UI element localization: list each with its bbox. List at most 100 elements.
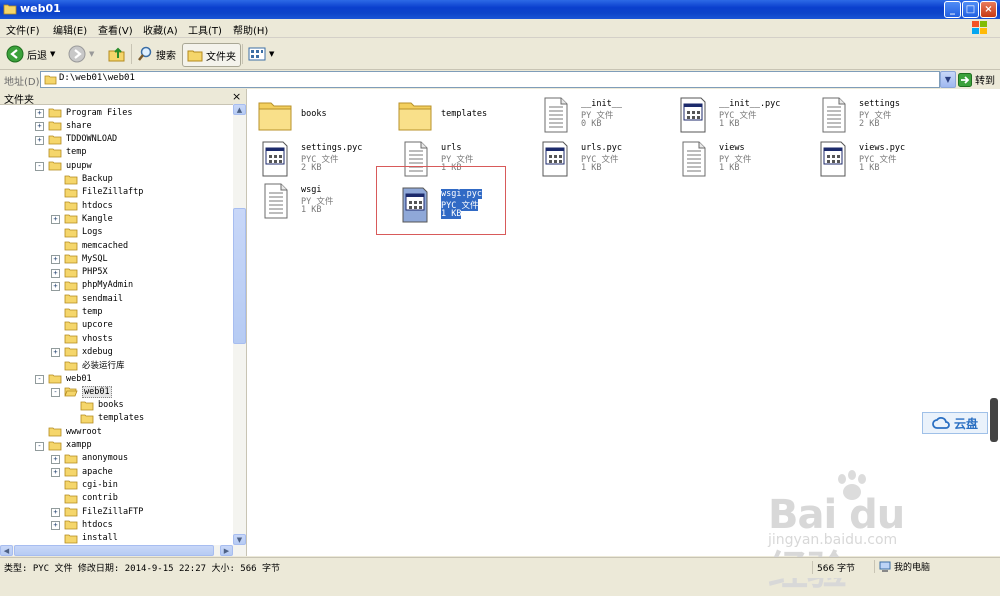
expand-icon[interactable]: + [51, 454, 60, 464]
collapse-icon[interactable]: - [35, 375, 44, 384]
folders-icon [187, 50, 203, 62]
app-file-icon [820, 141, 846, 177]
tree-item[interactable]: wwwroot [48, 425, 102, 438]
tree-item[interactable]: - web01 [35, 372, 92, 385]
close-button[interactable]: × [980, 1, 997, 18]
up-folder-button[interactable] [108, 43, 126, 65]
tree-item[interactable]: + htdocs [51, 518, 113, 531]
tree-item[interactable]: - xampp [35, 439, 92, 452]
tree-item[interactable]: - web01 [51, 385, 112, 398]
tree-item[interactable]: sendmail [64, 292, 123, 305]
folder-pane-horizontal-scrollbar[interactable]: ◀ ▶ [0, 545, 246, 556]
file-name: wsgi [301, 185, 322, 195]
file-name: urls.pyc [581, 143, 622, 153]
folder-icon [258, 102, 292, 131]
tree-item[interactable]: + PHP5X [51, 266, 108, 279]
forward-button[interactable]: ▼ [68, 43, 94, 65]
file-item[interactable]: settings PY 文件 2 KB [813, 95, 943, 139]
menu-help[interactable]: 帮助(H) [233, 22, 268, 37]
address-dropdown-button[interactable]: ▼ [940, 71, 956, 88]
app-file-icon [542, 141, 568, 177]
scroll-right-arrow-icon[interactable]: ▶ [220, 545, 233, 556]
tree-item[interactable]: memcached [64, 239, 128, 252]
folder-pane-vertical-scrollbar[interactable]: ▲ ▼ [233, 104, 246, 545]
expand-icon[interactable]: + [51, 268, 60, 278]
file-item[interactable]: settings.pyc PYC 文件 2 KB [255, 139, 385, 183]
tree-item[interactable]: + FileZillaFTP [51, 505, 143, 518]
tree-item[interactable]: contrib [64, 492, 118, 505]
file-item[interactable]: wsgi PY 文件 1 KB [255, 181, 385, 225]
collapse-icon[interactable]: - [35, 441, 44, 451]
tree-item[interactable]: + apache [51, 465, 113, 478]
text-file-icon [822, 97, 846, 133]
expand-icon[interactable]: + [51, 521, 60, 531]
tree-item[interactable]: + MySQL [51, 252, 108, 265]
tree-item[interactable]: books [80, 399, 124, 412]
collapse-icon[interactable]: - [51, 388, 60, 398]
menu-edit[interactable]: 编辑(E) [53, 22, 87, 37]
tree-item[interactable]: upcore [64, 319, 113, 332]
expand-icon[interactable]: + [51, 281, 60, 291]
tree-item[interactable]: temp [64, 306, 102, 319]
expand-icon[interactable]: + [51, 348, 60, 358]
tree-item[interactable]: Backup [64, 173, 113, 186]
tree-item[interactable]: cgi-bin [64, 478, 118, 491]
tree-item[interactable]: + xdebug [51, 345, 113, 358]
expand-icon[interactable]: + [51, 255, 60, 265]
tree-item[interactable]: vhosts [64, 332, 113, 345]
scrollbar-thumb[interactable] [233, 208, 246, 344]
expand-icon[interactable]: + [35, 135, 44, 145]
menu-file[interactable]: 文件(F) [6, 22, 40, 37]
scroll-left-arrow-icon[interactable]: ◀ [0, 545, 13, 556]
toolbar: 后退 ▼ ▼ 搜索 文件夹 ▼ [0, 38, 1000, 70]
file-item[interactable]: __init__.pyc PYC 文件 1 KB [673, 95, 803, 139]
tree-item[interactable]: templates [80, 412, 144, 425]
tree-item[interactable]: - upupw [35, 159, 92, 172]
tree-item[interactable]: + TDDOWNLOAD [35, 133, 117, 146]
menu-tools[interactable]: 工具(T) [188, 22, 222, 37]
collapse-icon[interactable]: - [35, 162, 44, 172]
address-input[interactable]: D:\web01\web01 [40, 71, 940, 88]
views-dropdown-icon[interactable]: ▼ [269, 50, 274, 58]
file-item[interactable]: views.pyc PYC 文件 1 KB [813, 139, 943, 183]
tree-item[interactable]: temp [48, 146, 86, 159]
expand-icon[interactable]: + [35, 109, 44, 118]
file-item[interactable]: books [255, 95, 385, 139]
menu-view[interactable]: 查看(V) [98, 22, 133, 37]
tree-item[interactable]: + phpMyAdmin [51, 279, 133, 292]
side-handle[interactable] [990, 398, 998, 442]
maximize-button[interactable]: □ [962, 1, 979, 18]
tree-item[interactable]: 必装运行库 [64, 359, 125, 372]
expand-icon[interactable]: + [51, 468, 60, 478]
minimize-button[interactable]: _ [944, 1, 961, 18]
tree-item[interactable]: Logs [64, 226, 102, 239]
file-item[interactable]: views PY 文件 1 KB [673, 139, 803, 183]
scroll-up-arrow-icon[interactable]: ▲ [233, 104, 246, 115]
tree-item[interactable]: + share [35, 119, 92, 132]
tree-item[interactable]: htdocs [64, 199, 113, 212]
tree-item[interactable]: FileZillaftp [64, 186, 143, 199]
folder-pane-close-button[interactable]: × [232, 90, 241, 103]
file-item[interactable]: urls.pyc PYC 文件 1 KB [535, 139, 665, 183]
file-item[interactable]: templates [395, 95, 525, 139]
tree-item[interactable]: install [64, 532, 118, 545]
forward-dropdown-icon[interactable]: ▼ [89, 50, 94, 58]
back-dropdown-icon[interactable]: ▼ [50, 50, 55, 58]
file-item[interactable]: __init__ PY 文件 0 KB [535, 95, 665, 139]
search-button[interactable]: 搜索 [137, 43, 176, 65]
go-button[interactable]: 转到 [958, 72, 995, 87]
folders-button[interactable]: 文件夹 [182, 43, 241, 67]
cloud-drive-widget[interactable]: 云盘 [922, 412, 988, 434]
scroll-down-arrow-icon[interactable]: ▼ [233, 534, 246, 545]
expand-icon[interactable]: + [35, 122, 44, 132]
title-bar[interactable]: web01 _ □ × [0, 0, 1000, 19]
tree-item[interactable]: + Kangle [51, 212, 113, 225]
tree-item[interactable]: + Program Files [35, 106, 133, 119]
expand-icon[interactable]: + [51, 215, 60, 225]
menu-favorites[interactable]: 收藏(A) [143, 22, 178, 37]
back-button[interactable]: 后退 ▼ [6, 43, 55, 65]
views-button[interactable]: ▼ [248, 43, 274, 65]
expand-icon[interactable]: + [51, 508, 60, 517]
hscrollbar-thumb[interactable] [14, 545, 214, 556]
tree-item[interactable]: + anonymous [51, 452, 128, 465]
